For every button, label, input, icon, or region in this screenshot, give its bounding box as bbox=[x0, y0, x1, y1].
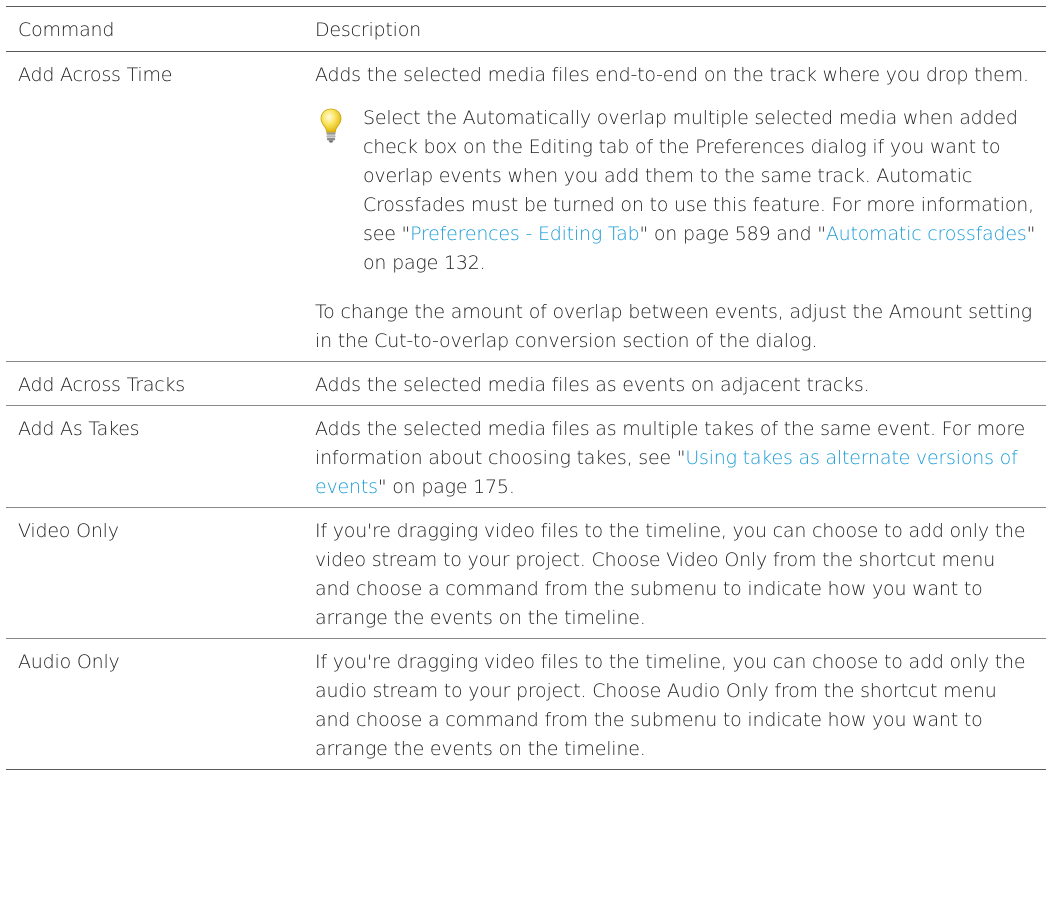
command-cell: Video Only bbox=[6, 507, 303, 639]
description-text: Adds the selected media files end-to-end… bbox=[315, 64, 1029, 86]
command-cell: Audio Only bbox=[6, 638, 303, 770]
table-header-row: Command Description bbox=[6, 6, 1046, 52]
description-cell: Adds the selected media files as events … bbox=[303, 361, 1046, 406]
description-cell: If you're dragging video files to the ti… bbox=[303, 507, 1046, 639]
table-row: Audio Only If you're dragging video file… bbox=[6, 638, 1046, 770]
commands-table: Command Description Add Across Time Adds… bbox=[6, 6, 1046, 770]
description-cell: If you're dragging video files to the ti… bbox=[303, 638, 1046, 770]
description-extra-text: To change the amount of overlap between … bbox=[315, 301, 1032, 352]
tip-note: Select the Automatically overlap multipl… bbox=[315, 104, 1036, 278]
tip-text: Select the Automatically overlap multipl… bbox=[363, 104, 1036, 278]
link-preferences-editing-tab[interactable]: Preferences - Editing Tab bbox=[410, 223, 640, 245]
command-cell: Add Across Tracks bbox=[6, 361, 303, 406]
description-text-after: " on page 175. bbox=[377, 476, 515, 498]
table-row: Add Across Time Adds the selected media … bbox=[6, 51, 1046, 362]
header-description: Description bbox=[303, 6, 1046, 52]
table-row: Video Only If you're dragging video file… bbox=[6, 507, 1046, 639]
tip-text-middle: " on page 589 and " bbox=[639, 223, 826, 245]
command-cell: Add As Takes bbox=[6, 405, 303, 508]
command-cell: Add Across Time bbox=[6, 51, 303, 362]
header-command: Command bbox=[6, 6, 303, 52]
lightbulb-icon bbox=[320, 108, 342, 143]
description-cell: Adds the selected media files as multipl… bbox=[303, 405, 1046, 508]
table-row: Add Across Tracks Adds the selected medi… bbox=[6, 361, 1046, 406]
link-automatic-crossfades[interactable]: Automatic crossfades bbox=[826, 223, 1027, 245]
description-cell: Adds the selected media files end-to-end… bbox=[303, 51, 1046, 362]
table-row: Add As Takes Adds the selected media fil… bbox=[6, 405, 1046, 508]
